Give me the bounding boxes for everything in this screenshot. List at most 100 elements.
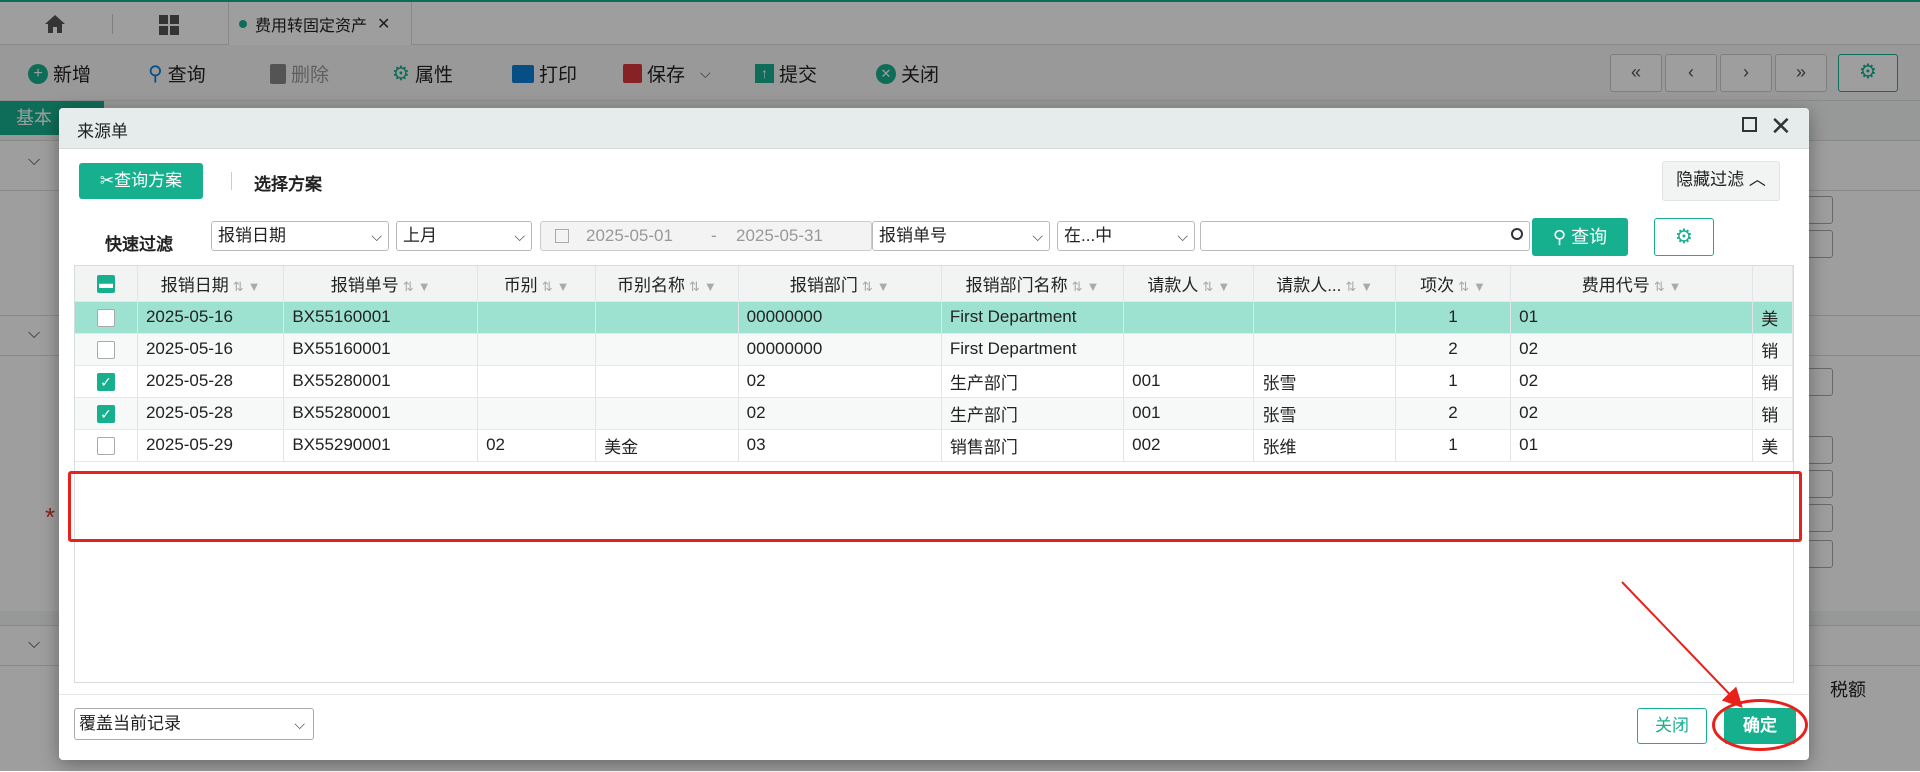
search-input[interactable] <box>1200 221 1530 251</box>
quick-filter-label: 快速过滤 <box>105 235 173 254</box>
row-checkbox-cell[interactable] <box>75 333 138 366</box>
field2-value: 报销单号 <box>879 226 947 245</box>
filter-icon[interactable]: ▼ <box>1360 279 1373 294</box>
unchecked-checkbox[interactable] <box>96 308 115 327</box>
sort-icon[interactable]: ⇅ <box>1458 279 1469 294</box>
period-select[interactable]: 上月 ⌵ <box>396 221 532 251</box>
table-cell-cur <box>477 301 597 334</box>
date-range-input[interactable]: 2025-05-01 - 2025-05-31 <box>540 221 872 251</box>
data-table: ▬ 报销日期 ⇅ ▼ 报销单号 ⇅ ▼ 币别 ⇅ ▼ 币别名称 ⇅ ▼ 报销部门 ⇅ ▼ 报销部门名… <box>75 266 1793 462</box>
sort-icon[interactable]: ⇅ <box>403 279 414 294</box>
table-cell-no: BX55160001 <box>283 333 479 366</box>
chevron-down-icon: ⌵ <box>294 716 305 732</box>
table-cell-payee: 001 <box>1123 397 1255 430</box>
filter-icon[interactable]: ▼ <box>704 279 717 294</box>
table-row[interactable]: 2025-05-16 BX55160001 00000000 First Depart… <box>75 333 1793 366</box>
sort-icon[interactable]: ⇅ <box>1202 279 1213 294</box>
cover-mode-select[interactable]: 覆盖当前记录 ⌵ <box>74 708 314 740</box>
query-button[interactable]: ⚲ 查询 <box>1532 218 1628 256</box>
maximize-icon[interactable] <box>1742 117 1757 132</box>
col-label: 项次 <box>1420 275 1455 295</box>
filter-icon[interactable]: ▼ <box>248 279 261 294</box>
col-header[interactable]: 请款人... ⇅ ▼ <box>1253 266 1396 302</box>
table-cell-no: BX55280001 <box>283 365 479 398</box>
source-table: ▬ 报销日期 ⇅ ▼ 报销单号 ⇅ ▼ 币别 ⇅ ▼ 币别名称 ⇅ ▼ 报销部门 ⇅ ▼ 报销部门名… <box>74 265 1794 683</box>
col-header[interactable]: 报销单号 ⇅ ▼ <box>283 266 479 302</box>
query-scheme-label: 查询方案 <box>114 171 183 190</box>
chevron-up-icon: ︿ <box>1748 170 1766 189</box>
sort-icon[interactable]: ⇅ <box>1654 279 1665 294</box>
table-row[interactable]: ✓ 2025-05-28 BX55280001 02 生产部门 001 张雪 2 02 销 <box>75 397 1793 430</box>
dialog-close-button[interactable]: 关闭 <box>1637 708 1707 744</box>
col-label: 报销部门名称 <box>965 275 1068 295</box>
table-cell-date: 2025-05-29 <box>137 429 285 462</box>
table-cell-payee-name: 张维 <box>1253 429 1396 462</box>
col-header-overflow <box>1752 266 1793 302</box>
chevron-down-icon: ⌵ <box>1177 228 1188 244</box>
filter-field-select[interactable]: 报销日期 ⌵ <box>211 221 389 251</box>
select-all-checkbox[interactable]: ▬ <box>75 266 138 302</box>
table-cell-date: 2025-05-28 <box>137 397 285 430</box>
table-cell-no: BX55280001 <box>283 397 479 430</box>
table-cell-cur-name <box>595 365 739 398</box>
table-row[interactable]: 2025-05-16 BX55160001 00000000 First Depart… <box>75 301 1793 334</box>
col-header[interactable]: 费用代号 ⇅ ▼ <box>1510 266 1754 302</box>
sort-icon[interactable]: ⇅ <box>862 279 873 294</box>
col-header[interactable]: 报销部门名称 ⇅ ▼ <box>941 266 1125 302</box>
checked-checkbox[interactable]: ✓ <box>96 372 115 391</box>
table-row[interactable]: ✓ 2025-05-28 BX55280001 02 生产部门 001 张雪 1 02 销 <box>75 365 1793 398</box>
table-cell-dept: 00000000 <box>738 301 942 334</box>
row-checkbox-cell[interactable] <box>75 301 138 334</box>
filter-icon[interactable]: ▼ <box>557 279 570 294</box>
choose-scheme-link[interactable]: 选择方案 <box>254 170 322 195</box>
hide-filter-button[interactable]: 隐藏过滤 ︿ <box>1662 161 1780 201</box>
table-cell-extra: 销 <box>1752 397 1793 430</box>
filter-icon[interactable]: ▼ <box>877 279 890 294</box>
calendar-icon <box>555 229 569 243</box>
unchecked-checkbox[interactable] <box>96 436 115 455</box>
filter-icon[interactable]: ▼ <box>1217 279 1230 294</box>
field2-select[interactable]: 报销单号 ⌵ <box>872 221 1050 251</box>
col-header[interactable]: 报销部门 ⇅ ▼ <box>738 266 942 302</box>
filter-icon[interactable]: ▼ <box>1473 279 1486 294</box>
sort-icon[interactable]: ⇅ <box>233 279 244 294</box>
table-cell-cur-name <box>595 333 739 366</box>
table-row[interactable]: 2025-05-29 BX55290001 02 美金 03 销售部门 002 张维 1 01 美 <box>75 429 1793 462</box>
row-checkbox-cell[interactable]: ✓ <box>75 365 138 398</box>
sort-icon[interactable]: ⇅ <box>542 279 553 294</box>
sort-icon[interactable]: ⇅ <box>1072 279 1083 294</box>
filter-icon[interactable]: ▼ <box>418 279 431 294</box>
unchecked-checkbox[interactable] <box>96 340 115 359</box>
sort-icon[interactable]: ⇅ <box>689 279 700 294</box>
col-header[interactable]: 项次 ⇅ ▼ <box>1395 266 1512 302</box>
col-header[interactable]: 报销日期 ⇅ ▼ <box>137 266 285 302</box>
col-header[interactable]: 请款人 ⇅ ▼ <box>1123 266 1255 302</box>
col-header[interactable]: 币别 ⇅ ▼ <box>477 266 597 302</box>
table-cell-date: 2025-05-16 <box>137 333 285 366</box>
date-separator: - <box>711 226 717 245</box>
operator-select[interactable]: 在...中 ⌵ <box>1057 221 1195 251</box>
table-cell-cur-name: 美金 <box>595 429 739 462</box>
sort-icon[interactable]: ⇅ <box>1345 279 1356 294</box>
dialog-header: 来源单 ✕ <box>59 108 1809 149</box>
table-cell-dept: 02 <box>738 365 942 398</box>
table-cell-extra: 美 <box>1752 429 1793 462</box>
close-icon[interactable]: ✕ <box>1770 111 1792 141</box>
query-scheme-button[interactable]: ✂查询方案 <box>79 163 203 199</box>
col-label: 报销部门 <box>789 275 858 295</box>
col-header[interactable]: 币别名称 ⇅ ▼ <box>595 266 739 302</box>
confirm-button[interactable]: 确定 <box>1724 708 1796 744</box>
table-cell-dept-name: First Department <box>941 333 1125 366</box>
table-cell-dept: 00000000 <box>738 333 942 366</box>
filter-icon[interactable]: ▼ <box>1087 279 1100 294</box>
search-icon[interactable] <box>1511 228 1523 240</box>
row-checkbox-cell[interactable] <box>75 429 138 462</box>
filter-settings-gear-icon[interactable]: ⚙ <box>1654 218 1714 256</box>
row-checkbox-cell[interactable]: ✓ <box>75 397 138 430</box>
checked-checkbox[interactable]: ✓ <box>96 404 115 423</box>
indeterminate-checkbox[interactable]: ▬ <box>96 274 115 293</box>
table-cell-item: 2 <box>1395 333 1512 366</box>
table-cell-payee-name: 张雪 <box>1253 365 1396 398</box>
table-cell-no: BX55160001 <box>283 301 479 334</box>
filter-icon[interactable]: ▼ <box>1669 279 1682 294</box>
